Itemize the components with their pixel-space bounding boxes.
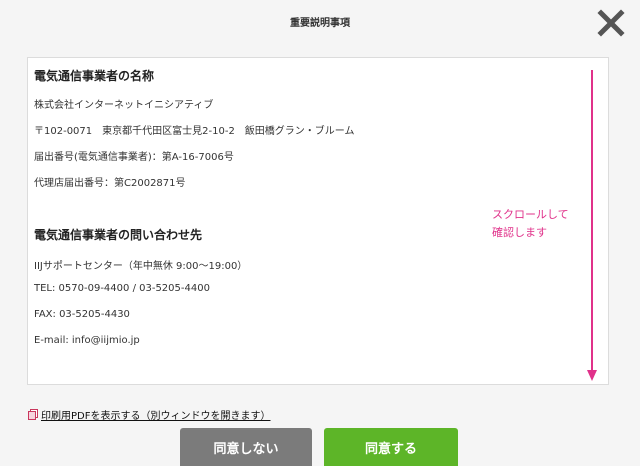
support-center-hours: IIJサポートセンター（年中無休 9:00～19:00） — [34, 261, 248, 272]
print-pdf-link-label: 印刷用PDFを表示する（別ウィンドウを開きます） — [41, 411, 271, 422]
notice-scroll-area[interactable]: 電気通信事業者の名称 株式会社インターネットイニシアティブ 〒102-0071 … — [27, 57, 609, 385]
contact-fax: FAX: 03-5205-4430 — [34, 309, 130, 320]
scroll-hint-line-2: 確認します — [492, 226, 547, 239]
important-notice-modal: 重要説明事項 電気通信事業者の名称 株式会社インターネットイニシアティブ 〒10… — [0, 0, 640, 466]
print-pdf-link[interactable]: 印刷用PDFを表示する（別ウィンドウを開きます） — [28, 407, 270, 422]
document-icon — [28, 409, 38, 420]
section-heading-contact: 電気通信事業者の問い合わせ先 — [34, 228, 203, 242]
close-icon — [597, 9, 625, 37]
arrow-down-icon — [587, 70, 597, 381]
disagree-button[interactable]: 同意しない — [180, 428, 312, 466]
scroll-hint-line-1: スクロールして — [492, 208, 569, 221]
contact-email: E-mail: info@iijmio.jp — [34, 335, 140, 346]
section-heading-carrier-name: 電気通信事業者の名称 — [34, 69, 155, 83]
agree-button[interactable]: 同意する — [324, 428, 458, 466]
carrier-company-name: 株式会社インターネットイニシアティブ — [34, 100, 214, 111]
modal-title: 重要説明事項 — [290, 18, 350, 29]
carrier-registration-number: 届出番号(電気通信事業者)：第A-16-7006号 — [34, 152, 234, 163]
agent-registration-number: 代理店届出番号：第C2002871号 — [34, 178, 186, 189]
carrier-address: 〒102-0071 東京都千代田区富士見2-10-2 飯田橋グラン・ブルーム — [34, 126, 355, 137]
close-button[interactable] — [596, 8, 626, 38]
contact-tel: TEL: 0570-09-4400 / 03-5205-4400 — [34, 283, 210, 294]
scroll-hint: スクロールして 確認します — [492, 206, 569, 242]
